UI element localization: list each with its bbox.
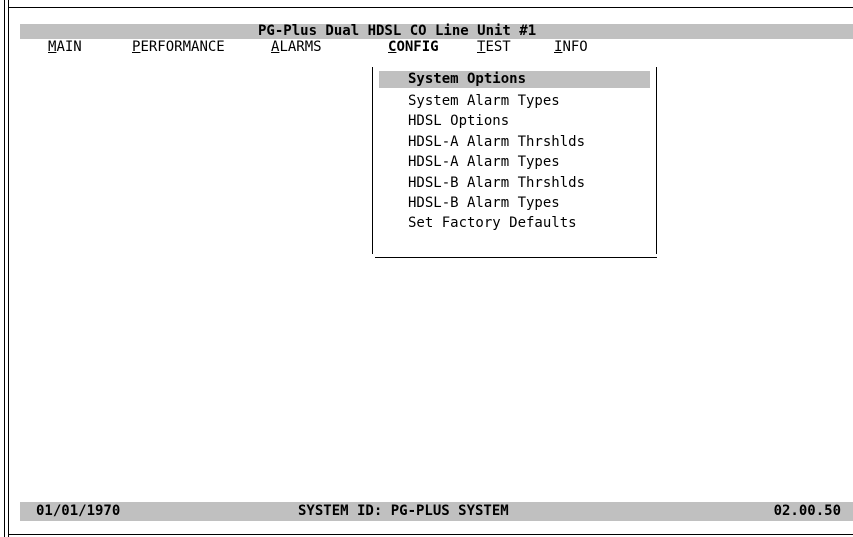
dropdown-item-hdsl-a-alarm-thresholds[interactable]: HDSL-A Alarm Thrshlds — [379, 134, 650, 151]
menu-performance[interactable]: PERFORMANCE — [132, 40, 225, 55]
dropdown-item-hdsl-options[interactable]: HDSL Options — [379, 113, 650, 130]
dropdown-item-hdsl-b-alarm-thresholds[interactable]: HDSL-B Alarm Thrshlds — [379, 175, 650, 192]
menu-test[interactable]: TEST — [477, 40, 511, 55]
dropdown-item-system-options[interactable]: System Options — [379, 71, 650, 88]
dropdown-bottom-border — [375, 257, 657, 258]
menu-alarms[interactable]: ALARMS — [271, 40, 322, 55]
window-bottom-border — [8, 534, 853, 535]
status-date: 01/01/1970 — [36, 503, 121, 519]
menu-info[interactable]: INFO — [554, 40, 588, 55]
window-top-border — [8, 7, 853, 8]
config-dropdown: System Options System Alarm Types HDSL O… — [371, 55, 660, 261]
status-system-id: SYSTEM ID: PG-PLUS SYSTEM — [298, 503, 509, 519]
menu-main-label: AIN — [56, 39, 82, 55]
dropdown-item-system-alarm-types[interactable]: System Alarm Types — [379, 93, 650, 110]
window-title: PG-Plus Dual HDSL CO Line Unit #1 — [258, 23, 537, 39]
menu-config[interactable]: CONFIG — [388, 40, 439, 55]
menu-alarms-label: LARMS — [279, 39, 322, 55]
menu-config-label: ONFIG — [396, 39, 439, 55]
dropdown-left-border — [372, 67, 373, 254]
dropdown-item-hdsl-a-alarm-types[interactable]: HDSL-A Alarm Types — [379, 154, 650, 171]
status-time: 02.00.50 — [773, 503, 841, 519]
window-edge-inner — [8, 0, 9, 537]
menu-test-label: EST — [485, 39, 511, 55]
dropdown-item-hdsl-b-alarm-types[interactable]: HDSL-B Alarm Types — [379, 195, 650, 212]
window-edge-outer — [4, 0, 5, 537]
menu-info-label: NFO — [562, 39, 588, 55]
dropdown-right-border — [656, 67, 657, 254]
menu-main[interactable]: MAIN — [48, 40, 82, 55]
menu-performance-label: ERFORMANCE — [140, 39, 225, 55]
dropdown-item-set-factory-defaults[interactable]: Set Factory Defaults — [379, 215, 650, 232]
status-bar: 01/01/1970 SYSTEM ID: PG-PLUS SYSTEM 02.… — [20, 502, 853, 521]
